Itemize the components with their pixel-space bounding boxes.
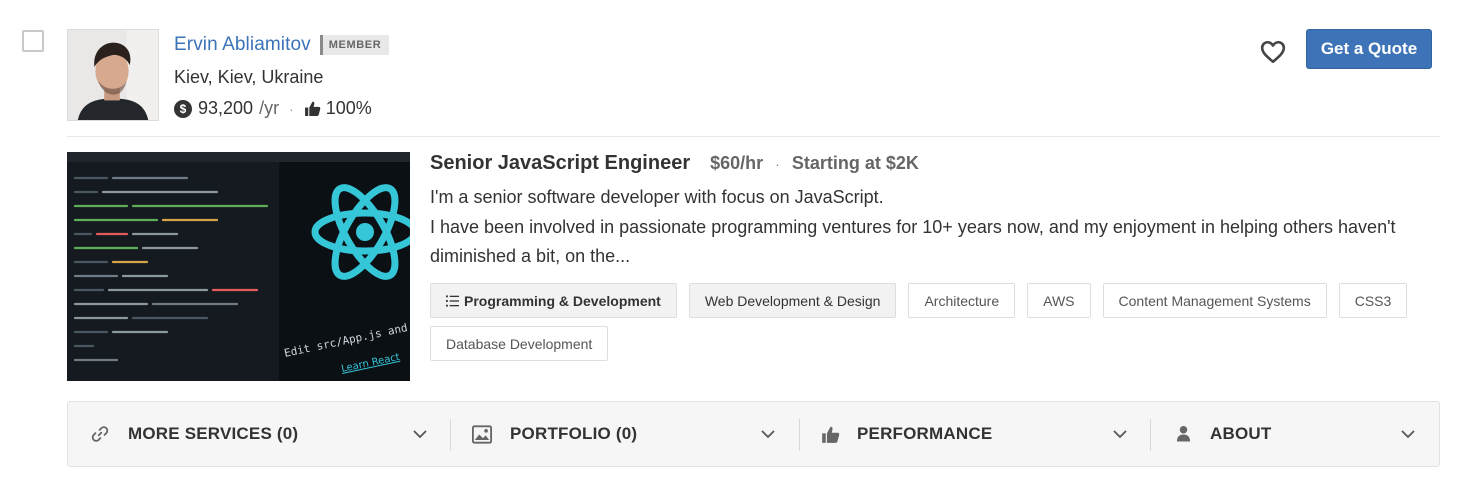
- chevron-down-icon: [413, 430, 427, 439]
- performance-toggle[interactable]: PERFORMANCE: [800, 402, 1150, 466]
- stats-separator: ·: [289, 100, 294, 117]
- link-icon: [90, 424, 110, 444]
- select-checkbox[interactable]: [22, 30, 44, 52]
- tag-content-management-systems[interactable]: Content Management Systems: [1102, 283, 1327, 318]
- tag-database-development[interactable]: Database Development: [430, 326, 609, 361]
- service-description: I'm a senior software developer with foc…: [430, 183, 1420, 272]
- tag-aws[interactable]: AWS: [1027, 283, 1091, 318]
- about-toggle[interactable]: ABOUT: [1151, 402, 1441, 466]
- more-services-toggle[interactable]: MORE SERVICES (0): [68, 402, 450, 466]
- code-screenshot-image: Edit src/App.js and save to r Learn Reac…: [67, 152, 410, 381]
- description-line-1: I'm a senior software developer with foc…: [430, 187, 884, 207]
- member-badge: MEMBER: [319, 35, 390, 55]
- portfolio-toggle[interactable]: PORTFOLIO (0): [451, 402, 799, 466]
- thumbs-up-icon: [304, 100, 322, 118]
- service-thumbnail[interactable]: Edit src/App.js and save to r Learn Reac…: [67, 152, 410, 381]
- service-starting-price: Starting at $2K: [791, 153, 919, 173]
- dollar-icon: $: [174, 99, 192, 118]
- rating-percent: 100%: [325, 98, 372, 118]
- thumbs-up-icon: [820, 424, 840, 444]
- profile-location: Kiev, Kiev, Ukraine: [174, 67, 324, 87]
- favorite-button[interactable]: [1258, 38, 1288, 66]
- chevron-down-icon: [1401, 430, 1415, 439]
- tag-label: Programming & Development: [464, 292, 661, 309]
- avatar[interactable]: [67, 29, 159, 121]
- profile-stats: $ 93,200 /yr · 100%: [174, 98, 372, 119]
- description-line-2: I have been involved in passionate progr…: [430, 216, 1396, 267]
- skill-tags: Programming & Development Web Developmen…: [430, 283, 1430, 361]
- profile-name-link[interactable]: Ervin Abliamitov: [174, 34, 311, 56]
- portfolio-label: PORTFOLIO (0): [510, 424, 638, 443]
- more-services-label: MORE SERVICES (0): [128, 424, 299, 443]
- service-rate-separator: ·: [775, 155, 780, 172]
- tag-programming-development[interactable]: Programming & Development: [430, 283, 677, 318]
- user-icon: [1173, 424, 1193, 444]
- chevron-down-icon: [1113, 430, 1127, 439]
- heart-icon: [1260, 40, 1286, 64]
- tag-css3[interactable]: CSS3: [1338, 283, 1408, 318]
- tag-web-development-design[interactable]: Web Development & Design: [688, 283, 897, 318]
- service-title-link[interactable]: Senior JavaScript Engineer: [430, 152, 690, 175]
- tag-architecture[interactable]: Architecture: [908, 283, 1016, 318]
- get-a-quote-button[interactable]: Get a Quote: [1306, 29, 1432, 69]
- annual-rate: 93,200: [198, 98, 254, 118]
- service-hourly-rate: $60/hr: [710, 153, 764, 173]
- image-icon: [472, 424, 492, 444]
- list-icon: [446, 294, 459, 307]
- rate-unit: /yr: [259, 98, 280, 118]
- avatar-photo: [68, 30, 158, 120]
- performance-label: PERFORMANCE: [857, 424, 993, 443]
- header-divider: [67, 136, 1440, 137]
- profile-sections-bar: MORE SERVICES (0) PORTFOLIO (0) PERFORMA…: [67, 401, 1440, 467]
- chevron-down-icon: [761, 430, 775, 439]
- about-label: ABOUT: [1210, 424, 1272, 443]
